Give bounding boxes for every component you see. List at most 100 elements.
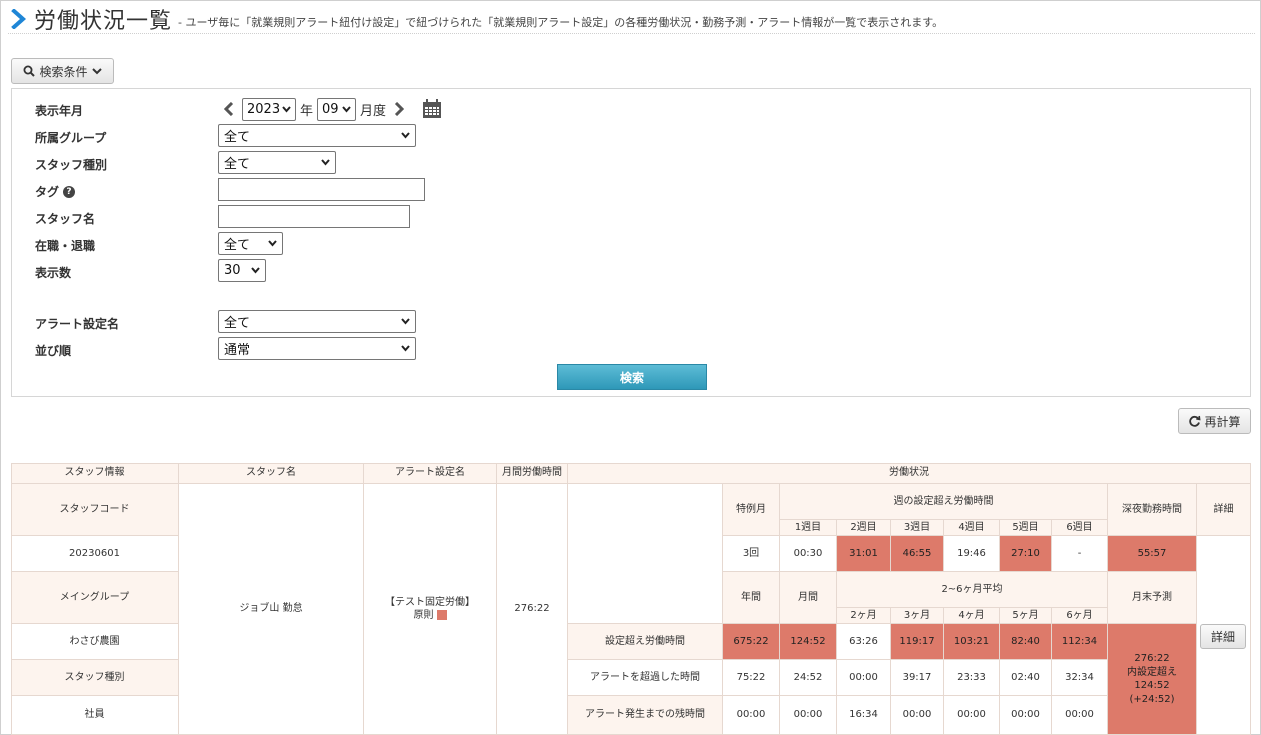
status-corner-empty — [568, 484, 723, 624]
row-exceeded-annual: 75:22 — [723, 660, 780, 696]
detail-button[interactable]: 詳細 — [1200, 624, 1246, 649]
year-select[interactable]: 2023 — [242, 97, 296, 121]
week-4-value: 19:46 — [944, 536, 1000, 572]
avg-header: 2~6ヶ月平均 — [837, 572, 1108, 608]
page-title: 労働状況一覧 — [34, 8, 173, 34]
week-3-header: 3週目 — [891, 520, 944, 536]
monthly-hours-cell: 276:22 — [497, 484, 568, 735]
row-remaining-avg3: 00:00 — [891, 696, 944, 735]
week-2-value: 31:01 — [837, 536, 891, 572]
row-remaining-avg4: 00:00 — [944, 696, 1000, 735]
avg-2-header: 2ヶ月 — [837, 608, 891, 624]
row-exceeded-monthly: 24:52 — [780, 660, 837, 696]
week-3-value: 46:55 — [891, 536, 944, 572]
help-icon[interactable]: ? — [63, 185, 76, 198]
row-remaining-label: アラート発生までの残時間 — [568, 696, 723, 735]
year-unit: 年 — [300, 103, 314, 119]
staff-type-label-cell: スタッフ種別 — [11, 660, 179, 696]
main-group-value: わさび農園 — [11, 624, 179, 660]
avg-6-header: 6ヶ月 — [1052, 608, 1108, 624]
staff-name-header: スタッフ名 — [179, 463, 364, 484]
row-exceeded-avg3: 39:17 — [891, 660, 944, 696]
count-select[interactable]: 30 — [218, 259, 266, 282]
annual-header: 年間 — [723, 572, 780, 624]
staff-type-row: スタッフ種別 全て — [12, 151, 1250, 175]
staff-name-cell[interactable]: ジョブ山 勤怠 — [179, 484, 364, 735]
chevron-down-icon — [91, 67, 102, 75]
week-1-header: 1週目 — [780, 520, 837, 536]
week-2-header: 2週目 — [837, 520, 891, 536]
search-button[interactable]: 検索 — [557, 364, 707, 390]
staff-info-header: スタッフ情報 — [11, 463, 179, 484]
night-work-value: 55:57 — [1108, 536, 1197, 572]
chevron-down-icon — [282, 105, 291, 113]
alert-name-header: アラート設定名 — [364, 463, 497, 484]
sort-label: 並び順 — [35, 344, 72, 358]
row-exceeded-avg6: 32:34 — [1052, 660, 1108, 696]
alert-name-row: アラート設定名 全て — [12, 310, 1250, 334]
alert-name-select[interactable]: 全て — [218, 310, 416, 333]
special-month-header: 特例月 — [723, 484, 780, 536]
group-label: 所属グループ — [35, 131, 107, 145]
chevron-down-icon — [342, 105, 351, 113]
row-over-avg2: 63:26 — [837, 624, 891, 660]
detail-header: 詳細 — [1197, 484, 1251, 536]
alert-setting-sub: 原則 — [414, 609, 447, 623]
row-remaining-annual: 00:00 — [723, 696, 780, 735]
search-conditions-toggle-button[interactable]: 検索条件 — [11, 58, 114, 84]
row-exceeded-avg2: 00:00 — [837, 660, 891, 696]
alert-setting-cell: 【テスト固定労働】 原則 — [364, 484, 497, 735]
staff-name-label: スタッフ名 — [35, 212, 96, 226]
chevron-down-icon — [321, 159, 330, 166]
calendar-icon[interactable] — [422, 99, 442, 119]
row-remaining-avg5: 00:00 — [1000, 696, 1052, 735]
week-6-value: - — [1052, 536, 1108, 572]
staff-name-input[interactable] — [218, 205, 410, 228]
staff-code-label: スタッフコード — [11, 484, 179, 536]
display-month-label: 表示年月 — [35, 104, 84, 118]
employment-select[interactable]: 全て — [218, 232, 283, 255]
refresh-icon — [1188, 415, 1202, 428]
sort-select[interactable]: 通常 — [218, 337, 416, 360]
row-exceeded-avg4: 23:33 — [944, 660, 1000, 696]
next-month-icon[interactable] — [390, 97, 408, 121]
alert-color-swatch — [436, 610, 447, 620]
employment-label: 在職・退職 — [35, 239, 96, 253]
search-panel: 表示年月 2023 年 09 月度 所属グループ 全て スタッフ種別 全て タグ… — [11, 88, 1251, 397]
staff-type-select[interactable]: 全て — [218, 151, 336, 174]
chevron-down-icon — [401, 345, 410, 352]
avg-5-header: 5ヶ月 — [1000, 608, 1052, 624]
month-unit: 月度 — [360, 103, 387, 119]
row-exceeded-avg5: 02:40 — [1000, 660, 1052, 696]
tag-input[interactable] — [218, 178, 425, 201]
prev-month-icon[interactable] — [220, 97, 238, 121]
chevron-down-icon — [268, 240, 277, 247]
row-over-label: 設定超え労働時間 — [568, 624, 723, 660]
count-row: 表示数 30 — [12, 259, 1250, 283]
row-over-avg6: 112:34 — [1052, 624, 1108, 660]
staff-name-row: スタッフ名 — [12, 205, 1250, 229]
special-month-value: 3回 — [723, 536, 780, 572]
row-over-monthly: 124:52 — [780, 624, 837, 660]
recalculate-button[interactable]: 再計算 — [1178, 408, 1251, 434]
staff-code-value: 20230601 — [11, 536, 179, 572]
month-select[interactable]: 09 — [317, 97, 357, 121]
month-end-forecast: 276:22 内設定超え 124:52 (+24:52) — [1108, 624, 1197, 735]
chevron-down-icon — [251, 267, 260, 274]
forecast-diff: (+24:52) — [1129, 693, 1175, 705]
week-5-value: 27:10 — [1000, 536, 1052, 572]
chevron-right-icon — [8, 6, 30, 32]
row-over-avg5: 82:40 — [1000, 624, 1052, 660]
staff-type-value: 社員 — [11, 696, 179, 735]
row-remaining-avg2: 16:34 — [837, 696, 891, 735]
sort-row: 並び順 通常 — [12, 337, 1250, 361]
monthly-header: 月間 — [780, 572, 837, 624]
night-work-header: 深夜勤務時間 — [1108, 484, 1197, 536]
page-header: 労働状況一覧 - ユーザ毎に「就業規則アラート紐付け設定」で紐づけられた「就業規… — [8, 4, 1255, 34]
group-select[interactable]: 全て — [218, 124, 416, 147]
search-icon — [23, 65, 36, 77]
tag-row: タグ? — [12, 178, 1250, 202]
row-over-annual: 675:22 — [723, 624, 780, 660]
row-over-avg4: 103:21 — [944, 624, 1000, 660]
search-conditions-label: 検索条件 — [39, 64, 88, 79]
